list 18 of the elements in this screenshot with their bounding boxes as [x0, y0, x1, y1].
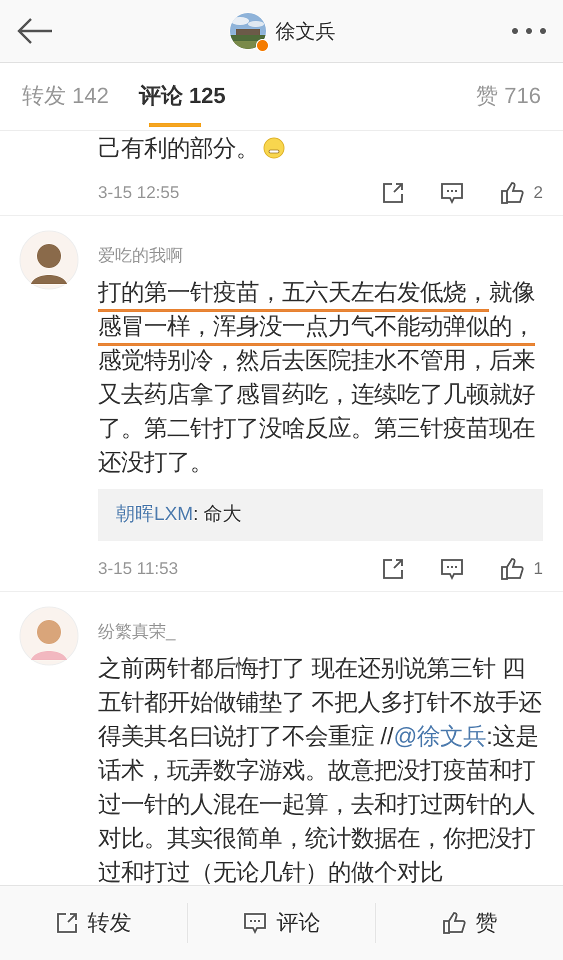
user-link[interactable]: 朝晖LXM [116, 504, 194, 525]
comment-button[interactable]: 评论 [187, 903, 375, 943]
comment-text: 打的第一针疫苗，五六天左右发低烧，就像 感冒一样，浑身没一点力气不能动弹似的， 感觉特别冷，然后去医院挂水不管用，后来又去药店拿了感冒药吃，连续吃了几顿就好了。第二针打了没啥反应。第三针疫苗现在还没打了。 [98, 278, 536, 477]
like-count: 2 [534, 183, 543, 203]
tab[interactable]: 赞 716 [476, 66, 541, 126]
profile-name: 徐文兵 [276, 20, 336, 44]
comment-time: 3-15 12:55 [98, 183, 180, 203]
reply-text: 朝晖LXM: 命大 [98, 489, 543, 541]
mention-link[interactable]: @徐文兵 [394, 723, 486, 749]
user-name[interactable]: 纷繁真荣_ [98, 620, 543, 643]
like-button[interactable]: 赞 [375, 903, 563, 943]
tab[interactable]: 转发 142 [22, 66, 109, 126]
share-button[interactable]: 转发 [0, 903, 187, 943]
comment-time: 3-15 11:53 [98, 559, 180, 579]
user-name[interactable]: 爱吃的我啊 [98, 244, 543, 267]
comment-text: 之前两针都后悔打了 现在还别说第三针 四五针都开始做铺垫了 不把人多打针不放手还得美其名曰说打了不会重症 //@徐文兵:这是话术，玩弄数字游戏。故意把没打疫苗和打过一针的人混在一起算，去和打过两针的人对比。其实很简单，统计数据在，你把没打过和打过（无论几针）的做个对比 [98, 654, 542, 885]
like-count: 1 [534, 559, 543, 579]
comment-text: 己有利的部分。 [98, 131, 543, 165]
